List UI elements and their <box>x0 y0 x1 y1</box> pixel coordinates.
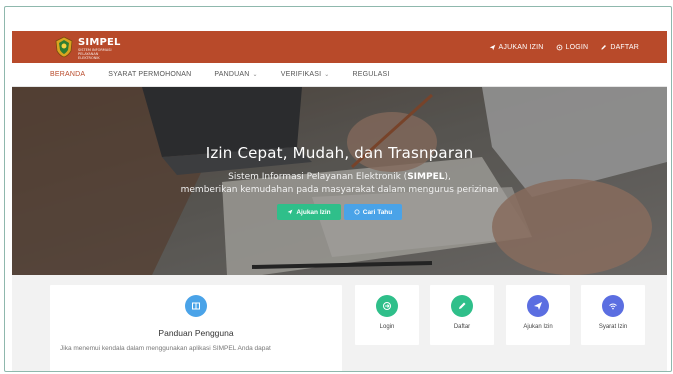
hero-subtitle-prefix: Sistem Informasi Pelayanan Elektronik ( <box>228 172 408 182</box>
feature-section: Panduan Pengguna Jika menemui kendala da… <box>12 275 667 371</box>
book-icon <box>185 295 207 317</box>
ajukan-izin-button-label: Ajukan Izin <box>296 208 331 216</box>
quick-card-label: Ajukan Izin <box>523 324 553 330</box>
header-links: AJUKAN IZIN LOGIN DAFTAR <box>489 31 639 63</box>
send-icon <box>527 295 549 317</box>
header-link-ajukan-izin[interactable]: AJUKAN IZIN <box>489 44 544 51</box>
hero-banner: Izin Cepat, Mudah, dan Trasnparan Sistem… <box>12 87 667 275</box>
nav-item-regulasi[interactable]: REGULASI <box>352 71 389 78</box>
nav-item-label: BERANDA <box>50 71 86 78</box>
nav-item-panduan[interactable]: PANDUAN ⌄ <box>214 71 257 78</box>
wifi-icon <box>602 295 624 317</box>
pencil-icon <box>451 295 473 317</box>
guide-card-title: Panduan Pengguna <box>158 328 234 338</box>
pencil-icon <box>601 44 607 50</box>
quick-card-daftar[interactable]: Daftar <box>430 285 494 345</box>
hero-buttons: Ajukan Izin Cari Tahu <box>12 204 667 220</box>
page: SIMPEL SISTEM INFORMASI PELAYANAN ELEKTR… <box>12 31 667 371</box>
quick-card-login[interactable]: Login <box>355 285 419 345</box>
send-icon <box>489 44 495 50</box>
chevron-down-icon: ⌄ <box>252 72 258 78</box>
top-header: SIMPEL SISTEM INFORMASI PELAYANAN ELEKTR… <box>12 31 667 63</box>
header-link-label: DAFTAR <box>610 43 639 51</box>
ajukan-izin-button[interactable]: Ajukan Izin <box>277 204 341 220</box>
quick-card-ajukan-izin[interactable]: Ajukan Izin <box>506 285 570 345</box>
main-nav: BERANDA SYARAT PERMOHONAN PANDUAN ⌄ VERIF… <box>12 63 667 87</box>
brand[interactable]: SIMPEL SISTEM INFORMASI PELAYANAN ELEKTR… <box>78 37 121 60</box>
cari-tahu-button-label: Cari Tahu <box>362 208 393 216</box>
nav-item-label: PANDUAN <box>214 71 250 78</box>
header-link-label: AJUKAN IZIN <box>498 43 544 51</box>
nav-item-label: VERIFIKASI <box>280 71 322 78</box>
login-icon <box>556 44 562 50</box>
nav-item-label: SYARAT PERMOHONAN <box>108 71 192 78</box>
header-link-label: LOGIN <box>565 43 589 51</box>
nav-item-verifikasi[interactable]: VERIFIKASI ⌄ <box>281 71 330 78</box>
hero-subtitle-line2: memberikan kemudahan pada masyarakat dal… <box>180 185 499 195</box>
header-link-daftar[interactable]: DAFTAR <box>600 44 639 51</box>
brand-subtitle: SISTEM INFORMASI PELAYANAN ELEKTRONIK <box>78 48 112 60</box>
quick-card-label: Daftar <box>453 324 471 330</box>
search-icon <box>354 209 360 215</box>
quick-card-syarat-izin[interactable]: Syarat Izin <box>581 285 645 345</box>
chevron-down-icon: ⌄ <box>324 72 330 78</box>
guide-card-text: Jika menemui kendala dalam menggunakan a… <box>60 345 271 352</box>
browser-frame: SIMPEL SISTEM INFORMASI PELAYANAN ELEKTR… <box>4 6 672 372</box>
quick-card-label: Login <box>379 324 395 330</box>
nav-item-syarat-permohonan[interactable]: SYARAT PERMOHONAN <box>108 71 191 78</box>
hero-subtitle-bold: SIMPEL <box>407 172 445 182</box>
hero-subtitle: Sistem Informasi Pelayanan Elektronik (S… <box>12 171 667 197</box>
quick-card-label: Syarat Izin <box>598 324 628 330</box>
hero-subtitle-suffix: ), <box>444 172 451 182</box>
brand-title: SIMPEL <box>78 37 121 48</box>
header-link-login[interactable]: LOGIN <box>556 44 589 51</box>
guide-card[interactable]: Panduan Pengguna Jika menemui kendala da… <box>50 285 342 371</box>
logo-emblem-icon[interactable] <box>54 36 74 58</box>
send-icon <box>287 209 293 215</box>
nav-item-label: REGULASI <box>352 71 390 78</box>
hero-title: Izin Cepat, Mudah, dan Trasnparan <box>205 144 474 162</box>
login-icon <box>376 295 398 317</box>
nav-item-beranda[interactable]: BERANDA <box>50 71 85 78</box>
cari-tahu-button[interactable]: Cari Tahu <box>344 204 402 220</box>
